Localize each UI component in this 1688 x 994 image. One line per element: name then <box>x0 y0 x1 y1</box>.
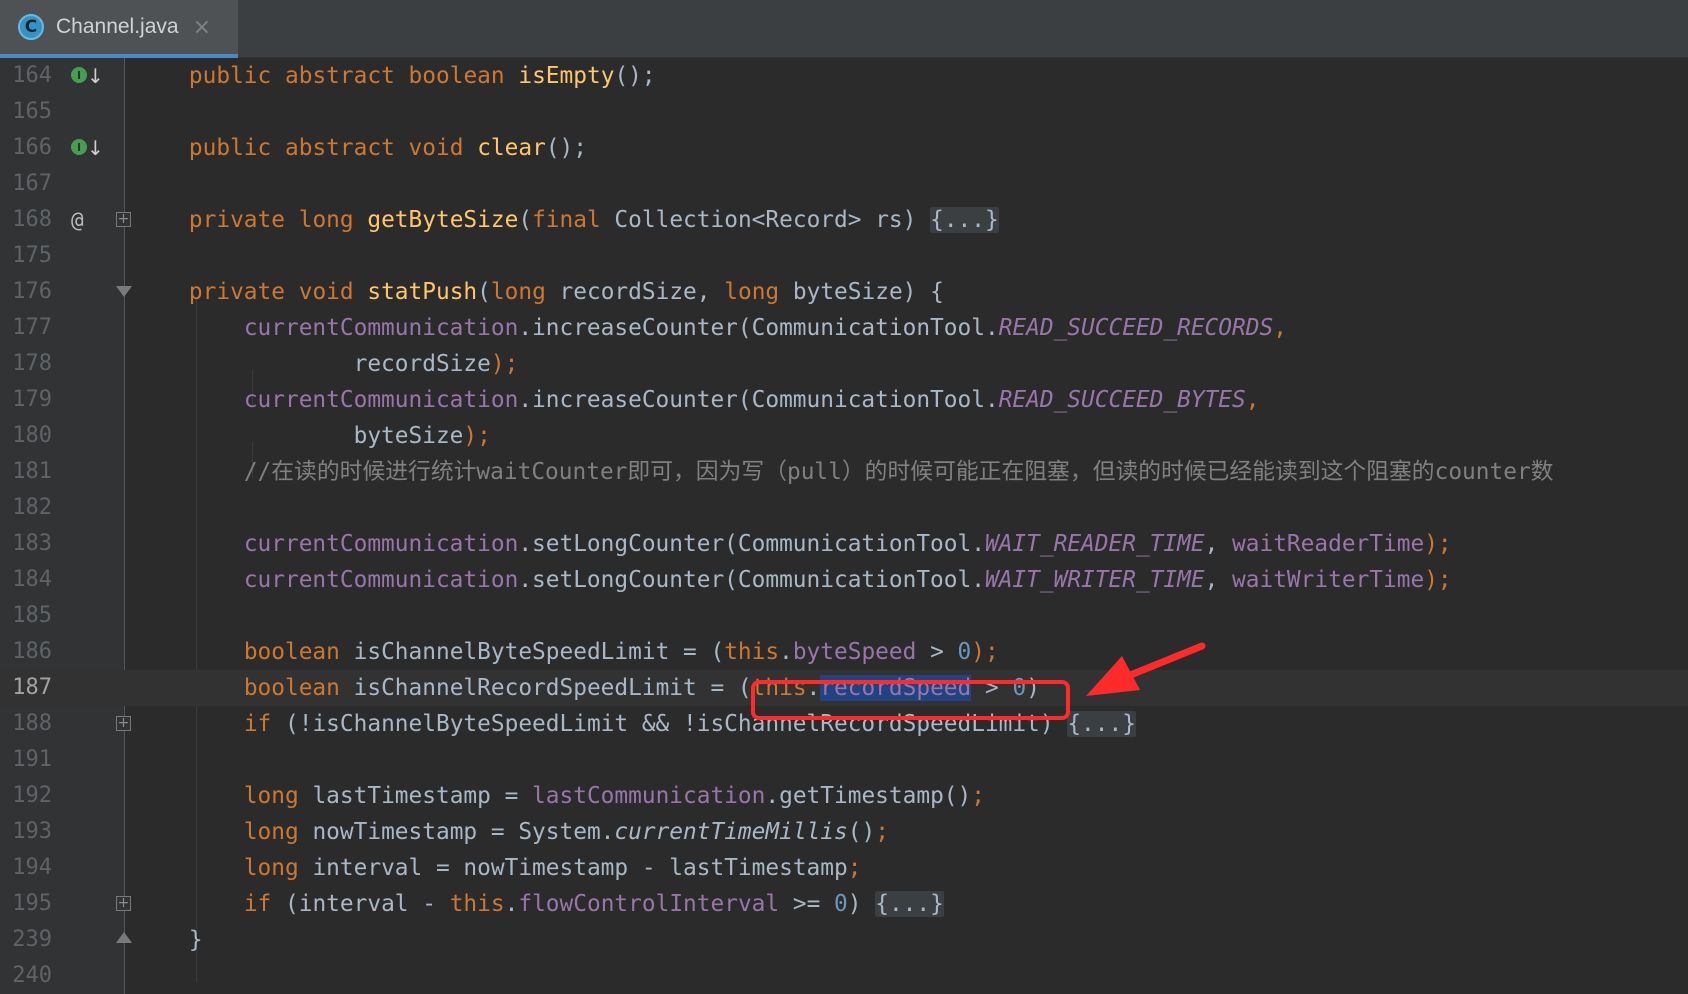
folded-region[interactable]: {...} <box>1067 711 1136 737</box>
code-text: public abstract void clear(); <box>188 135 587 161</box>
code-line[interactable]: 182 <box>0 490 1688 526</box>
fold-expand-icon[interactable]: + <box>116 896 131 911</box>
line-number: 184 <box>12 567 52 592</box>
line-number: 164 <box>12 63 52 88</box>
code-text: long interval = nowTimestamp - lastTimes… <box>243 855 862 881</box>
code-text: recordSize); <box>134 351 519 377</box>
line-number: 166 <box>12 135 52 160</box>
code-editor[interactable]: 164 I ↓ public abstract boolean isEmpty(… <box>0 58 1688 994</box>
code-text: } <box>134 927 203 953</box>
code-text: currentCommunication.setLongCounter(Comm… <box>243 567 1452 593</box>
editor-tab-bar: C Channel.java × <box>0 0 1688 58</box>
fold-expand-icon[interactable]: + <box>116 716 131 731</box>
folded-region[interactable]: {...} <box>875 891 944 917</box>
code-line[interactable]: 164 I ↓ public abstract boolean isEmpty(… <box>0 58 1688 94</box>
close-icon[interactable]: × <box>193 15 211 40</box>
code-line[interactable]: 195 + if (interval - this.flowControlInt… <box>0 886 1688 922</box>
code-comment: //在读的时候进行统计waitCounter即可，因为写（pull）的时候可能正… <box>243 459 1554 485</box>
code-line[interactable]: 167 <box>0 166 1688 202</box>
code-line[interactable]: 176 private void statPush(long recordSiz… <box>0 274 1688 310</box>
code-text: boolean isChannelByteSpeedLimit = (this.… <box>243 639 999 665</box>
fold-expand-icon[interactable]: + <box>116 212 131 227</box>
tab-title: Channel.java <box>56 15 179 38</box>
code-line[interactable]: 240 <box>0 958 1688 994</box>
tab-channel-java[interactable]: C Channel.java × <box>0 0 238 58</box>
code-line[interactable]: 168 @ + private long getByteSize(final C… <box>0 202 1688 238</box>
code-line[interactable]: 191 <box>0 742 1688 778</box>
line-number: 178 <box>12 351 52 376</box>
code-line[interactable]: 194 long interval = nowTimestamp - lastT… <box>0 850 1688 886</box>
fold-collapse-icon[interactable] <box>116 286 132 297</box>
line-number: 175 <box>12 243 52 268</box>
line-number: 188 <box>12 711 52 736</box>
code-line[interactable]: 165 <box>0 94 1688 130</box>
code-text: if (interval - this.flowControlInterval … <box>243 891 944 917</box>
line-number: 187 <box>12 675 52 700</box>
code-text: byteSize); <box>134 423 491 449</box>
code-line[interactable]: 179 currentCommunication.increaseCounter… <box>0 382 1688 418</box>
line-number: 183 <box>12 531 52 556</box>
code-line[interactable]: 185 <box>0 598 1688 634</box>
code-text: private void statPush(long recordSize, l… <box>188 279 944 305</box>
highlight-box-annotation <box>751 680 1070 720</box>
code-text: public abstract boolean isEmpty(); <box>188 63 656 89</box>
code-text: currentCommunication.increaseCounter(Com… <box>243 315 1287 341</box>
code-text: long lastTimestamp = lastCommunication.g… <box>243 783 985 809</box>
line-number: 167 <box>12 171 52 196</box>
annotation-at-icon[interactable]: @ <box>71 209 84 231</box>
code-line[interactable]: 175 <box>0 238 1688 274</box>
line-number: 195 <box>12 891 52 916</box>
line-number: 240 <box>12 963 52 988</box>
line-number: 182 <box>12 495 52 520</box>
code-line[interactable]: 180 byteSize); <box>0 418 1688 454</box>
code-text: private long getByteSize(final Collectio… <box>188 207 999 233</box>
implemented-down-icon[interactable]: I ↓ <box>71 64 104 89</box>
line-number: 186 <box>12 639 52 664</box>
line-number: 239 <box>12 927 52 952</box>
line-number: 168 <box>12 207 52 232</box>
code-line[interactable]: 192 long lastTimestamp = lastCommunicati… <box>0 778 1688 814</box>
line-number: 193 <box>12 819 52 844</box>
code-line[interactable]: 184 currentCommunication.setLongCounter(… <box>0 562 1688 598</box>
code-text: currentCommunication.setLongCounter(Comm… <box>243 531 1452 557</box>
line-number: 191 <box>12 747 52 772</box>
code-line[interactable]: 177 currentCommunication.increaseCounter… <box>0 310 1688 346</box>
code-text: currentCommunication.increaseCounter(Com… <box>243 387 1260 413</box>
code-line[interactable]: 186 boolean isChannelByteSpeedLimit = (t… <box>0 634 1688 670</box>
line-number: 177 <box>12 315 52 340</box>
line-number: 179 <box>12 387 52 412</box>
line-number: 180 <box>12 423 52 448</box>
code-text: long nowTimestamp = System.currentTimeMi… <box>243 819 889 845</box>
code-line[interactable]: 166 I ↓ public abstract void clear(); <box>0 130 1688 166</box>
code-line[interactable]: 181 //在读的时候进行统计waitCounter即可，因为写（pull）的时… <box>0 454 1688 490</box>
line-number: 176 <box>12 279 52 304</box>
fold-end-icon[interactable] <box>116 932 132 943</box>
code-line[interactable]: 193 long nowTimestamp = System.currentTi… <box>0 814 1688 850</box>
line-number: 192 <box>12 783 52 808</box>
folded-region[interactable]: {...} <box>930 207 999 233</box>
line-number: 165 <box>12 99 52 124</box>
code-line[interactable]: 178 recordSize); <box>0 346 1688 382</box>
code-text: //在读的时候进行统计waitCounter即可，因为写（pull）的时候可能正… <box>134 454 1554 490</box>
implemented-down-icon[interactable]: I ↓ <box>71 136 104 161</box>
line-number: 185 <box>12 603 52 628</box>
line-number: 181 <box>12 459 52 484</box>
line-number: 194 <box>12 855 52 880</box>
code-line[interactable]: 183 currentCommunication.setLongCounter(… <box>0 526 1688 562</box>
class-c-icon: C <box>18 14 44 40</box>
code-line[interactable]: 239 } <box>0 922 1688 958</box>
